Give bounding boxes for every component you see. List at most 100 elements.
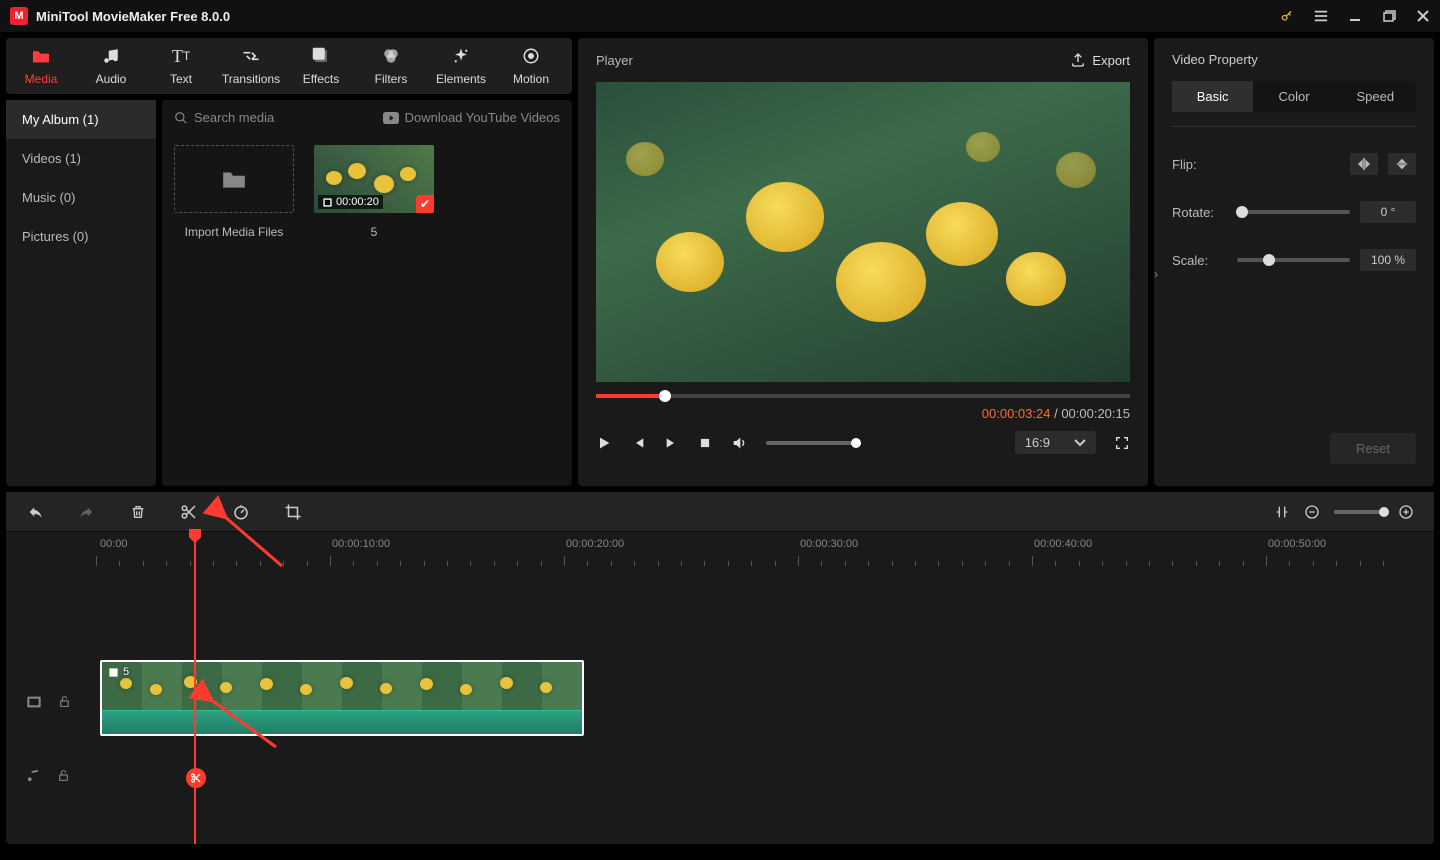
sidebar-item-videos[interactable]: Videos (1) <box>6 139 156 178</box>
zoom-out-button[interactable] <box>1304 504 1320 520</box>
audio-track-icon[interactable] <box>26 768 41 783</box>
rotate-label: Rotate: <box>1172 205 1227 220</box>
download-youtube-label: Download YouTube Videos <box>405 110 560 125</box>
import-media-tile[interactable]: Import Media Files <box>174 145 294 239</box>
volume-button[interactable] <box>730 435 748 451</box>
tab-media[interactable]: Media <box>6 46 76 86</box>
rotate-value[interactable]: 0 ° <box>1360 201 1416 223</box>
key-icon[interactable] <box>1280 9 1294 23</box>
flip-horizontal-button[interactable] <box>1350 153 1378 175</box>
sidebar-item-music[interactable]: Music (0) <box>6 178 156 217</box>
total-time: 00:00:20:15 <box>1061 406 1130 421</box>
app-title: MiniTool MovieMaker Free 8.0.0 <box>36 9 230 24</box>
import-label: Import Media Files <box>174 225 294 239</box>
effects-icon <box>312 46 330 66</box>
playback-time: 00:00:03:24 / 00:00:20:15 <box>596 406 1130 421</box>
window-maximize[interactable] <box>1382 9 1396 23</box>
flip-vertical-button[interactable] <box>1388 153 1416 175</box>
download-youtube-link[interactable]: Download YouTube Videos <box>383 110 560 125</box>
split-button[interactable] <box>180 503 198 521</box>
playback-progress[interactable] <box>596 394 1130 398</box>
sidebar-item-album[interactable]: My Album (1) <box>6 100 156 139</box>
ruler-mark: 00:00:50:00 <box>1268 538 1326 550</box>
zoom-slider[interactable] <box>1334 510 1384 514</box>
redo-button[interactable] <box>78 504 96 520</box>
clip-duration-badge: 00:00:20 <box>318 195 383 209</box>
sidebar-item-pictures[interactable]: Pictures (0) <box>6 217 156 256</box>
slider-handle[interactable] <box>1236 206 1248 218</box>
lock-icon[interactable] <box>58 694 71 709</box>
annotation-arrow <box>196 687 286 757</box>
audio-track-head <box>6 768 90 783</box>
music-note-icon <box>102 46 120 66</box>
transition-icon <box>241 46 261 66</box>
ruler-mark: 00:00 <box>100 538 128 550</box>
motion-icon <box>522 46 540 66</box>
volume-slider[interactable] <box>766 441 856 445</box>
tab-text[interactable]: TT Text <box>146 46 216 86</box>
ruler-mark: 00:00:10:00 <box>332 538 390 550</box>
text-icon: TT <box>172 46 190 66</box>
rotate-slider[interactable] <box>1237 210 1350 214</box>
tab-transitions[interactable]: Transitions <box>216 46 286 86</box>
next-frame-button[interactable] <box>664 435 680 451</box>
tab-label: Audio <box>96 72 127 86</box>
properties-title: Video Property <box>1172 52 1416 67</box>
stop-button[interactable] <box>698 436 712 450</box>
clip-audio-waveform <box>102 710 582 736</box>
tab-label: Motion <box>513 72 549 86</box>
app-logo: M <box>10 7 28 25</box>
tab-label: Filters <box>375 72 408 86</box>
timeline-panel: 00:00 00:00:10:00 00:00:20:00 00:00:30:0… <box>6 492 1434 844</box>
video-track-icon[interactable] <box>26 695 42 709</box>
prop-tab-speed[interactable]: Speed <box>1335 81 1416 112</box>
panel-collapse-handle[interactable]: › <box>1153 76 1159 472</box>
window-minimize[interactable] <box>1348 9 1362 23</box>
media-panel: Search media Download YouTube Videos Imp… <box>162 100 572 486</box>
delete-button[interactable] <box>130 503 146 521</box>
tab-filters[interactable]: Filters <box>356 46 426 86</box>
volume-handle[interactable] <box>851 438 861 448</box>
flip-label: Flip: <box>1172 157 1227 172</box>
media-clip-tile[interactable]: 00:00:20 ✔ 5 <box>314 145 434 239</box>
search-icon <box>174 111 188 125</box>
prop-tab-basic[interactable]: Basic <box>1172 81 1253 112</box>
tab-elements[interactable]: Elements <box>426 46 496 86</box>
scale-slider[interactable] <box>1237 258 1350 262</box>
property-tabs: Basic Color Speed <box>1172 81 1416 112</box>
check-icon: ✔ <box>416 195 434 213</box>
reset-button[interactable]: Reset <box>1330 433 1416 464</box>
progress-handle[interactable] <box>659 390 671 402</box>
hamburger-icon[interactable] <box>1314 9 1328 23</box>
sparkle-icon <box>452 46 470 66</box>
chevron-right-icon: › <box>1154 259 1158 289</box>
window-close[interactable] <box>1416 9 1430 23</box>
prop-tab-color[interactable]: Color <box>1253 81 1334 112</box>
timeline-fit-button[interactable] <box>1274 504 1290 520</box>
tab-label: Text <box>170 72 192 86</box>
zoom-in-button[interactable] <box>1398 504 1414 520</box>
zoom-handle[interactable] <box>1379 507 1389 517</box>
search-placeholder: Search media <box>194 110 274 125</box>
tab-motion[interactable]: Motion <box>496 46 566 86</box>
tab-effects[interactable]: Effects <box>286 46 356 86</box>
clip-label: 5 <box>108 666 129 678</box>
play-button[interactable] <box>596 435 612 451</box>
timeline-clip[interactable]: 5 <box>100 660 584 736</box>
ruler-mark: 00:00:20:00 <box>566 538 624 550</box>
export-button[interactable]: Export <box>1070 52 1130 68</box>
fullscreen-button[interactable] <box>1114 435 1130 451</box>
lock-icon[interactable] <box>57 768 70 783</box>
aspect-ratio-select[interactable]: 16:9 <box>1015 431 1096 454</box>
search-input[interactable]: Search media <box>174 110 373 125</box>
player-panel: Player Export 00:00:03:24 / 00:00:20:15 <box>578 38 1148 486</box>
split-indicator-icon[interactable] <box>186 768 206 788</box>
scale-value[interactable]: 100 % <box>1360 249 1416 271</box>
film-icon <box>108 667 119 678</box>
prev-frame-button[interactable] <box>630 435 646 451</box>
undo-button[interactable] <box>26 504 44 520</box>
tab-audio[interactable]: Audio <box>76 46 146 86</box>
title-bar: M MiniTool MovieMaker Free 8.0.0 <box>0 0 1440 32</box>
progress-fill <box>596 394 665 398</box>
slider-handle[interactable] <box>1263 254 1275 266</box>
